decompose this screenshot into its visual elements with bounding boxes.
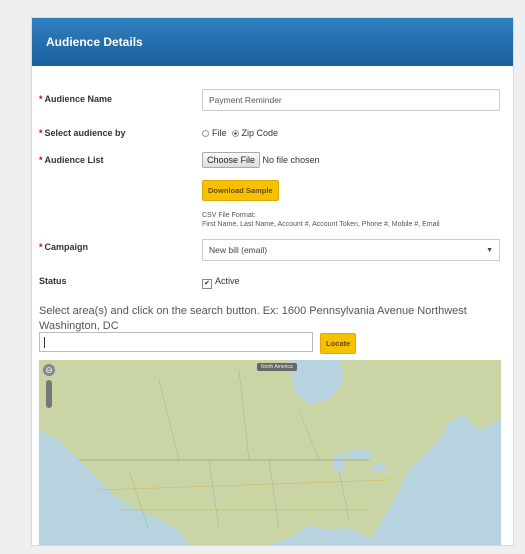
panel-title: Audience Details	[46, 35, 143, 49]
map-region-tag: North America	[257, 363, 297, 371]
active-checkbox[interactable]: ✔	[202, 279, 212, 289]
search-instruction: Select area(s) and click on the search b…	[39, 305, 467, 332]
map-view[interactable]: ⊖ North America	[39, 360, 501, 545]
download-wrapper: Download Sample	[202, 180, 279, 201]
audience-name-label: * Audience Name	[39, 94, 113, 104]
file-chooser: Choose File No file chosen	[202, 152, 320, 168]
locate-button[interactable]: Locate	[320, 333, 357, 354]
zoom-slider[interactable]	[46, 380, 52, 408]
radio-zip-code[interactable]	[231, 130, 239, 137]
campaign-label: * Campaign	[39, 242, 89, 252]
status-label: Status	[39, 276, 67, 286]
select-audience-label: * Select audience by	[39, 128, 126, 138]
download-sample-button[interactable]: Download Sample	[202, 180, 279, 201]
panel-header: Audience Details	[32, 18, 513, 66]
csv-fields: First Name, Last Name, Account #, Accoun…	[202, 221, 440, 228]
location-search-input[interactable]	[39, 332, 313, 352]
csv-title: CSV File Format:	[202, 212, 256, 219]
select-audience-options: File Zip Code	[202, 128, 278, 138]
audience-details-panel: Audience Details * Audience Name Payment …	[31, 17, 514, 546]
zoom-out-icon[interactable]: ⊖	[43, 364, 55, 376]
audience-list-label: * Audience List	[39, 155, 104, 165]
chevron-down-icon: ▼	[486, 246, 493, 254]
file-status: No file chosen	[262, 155, 320, 165]
map-canvas	[39, 360, 501, 545]
choose-file-button[interactable]: Choose File	[202, 152, 261, 168]
text-cursor	[44, 336, 45, 348]
status-active: ✔ Active	[202, 276, 240, 289]
csv-format-note: CSV File Format: First Name, Last Name, …	[202, 211, 440, 229]
radio-file[interactable]	[202, 130, 209, 137]
audience-name-input[interactable]: Payment Reminder	[202, 89, 500, 111]
campaign-select[interactable]: New bill (email) ▼	[202, 239, 500, 261]
map-zoom-control: ⊖	[43, 364, 55, 408]
